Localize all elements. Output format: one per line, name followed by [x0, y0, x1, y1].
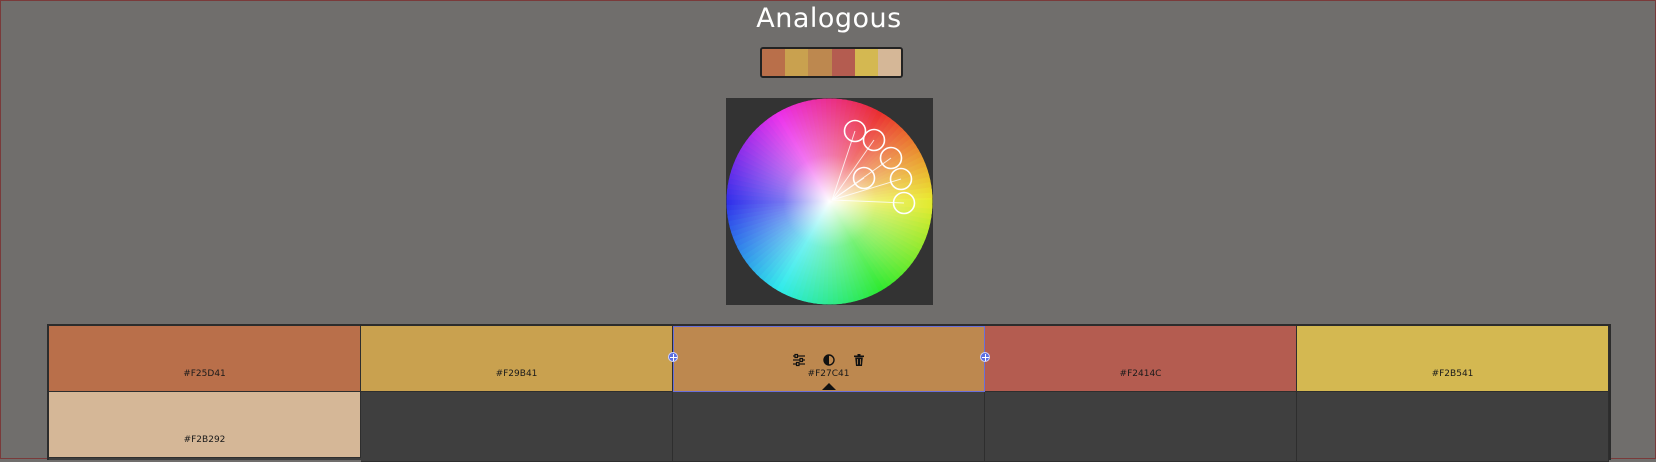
swatch-tile[interactable]: #F2B541 — [1297, 326, 1609, 392]
swatch-toolbar — [673, 352, 984, 367]
contrast-icon[interactable] — [822, 352, 836, 366]
trash-icon[interactable] — [852, 352, 866, 366]
swatch-grid: #F25D41 #F29B41 #F27C41 #F2414C #F2B541 … — [47, 324, 1611, 462]
swatch-hex-label: #F2414C — [1119, 369, 1162, 379]
swatch-tile[interactable]: #F2414C — [985, 326, 1297, 392]
preview-swatch — [762, 49, 786, 76]
preview-swatch — [808, 49, 832, 76]
caret-up-icon[interactable] — [821, 383, 836, 390]
swatch-hex-label: #F2B292 — [183, 435, 226, 445]
palette-preview — [760, 47, 903, 78]
swatch-tile[interactable]: #F29B41 — [361, 326, 673, 392]
swatch-tile[interactable]: #F2B292 — [49, 392, 361, 458]
adjust-sliders-icon[interactable] — [792, 352, 806, 367]
empty-slot — [361, 392, 673, 462]
empty-slot — [673, 392, 985, 462]
swatch-tile-selected[interactable]: #F27C41 — [673, 326, 985, 392]
page-title: Analogous — [756, 3, 902, 34]
empty-slot — [985, 392, 1297, 462]
insert-right-handle-icon[interactable] — [980, 352, 990, 362]
color-wheel[interactable] — [726, 98, 933, 305]
preview-swatch — [854, 49, 878, 76]
color-wheel-panel — [726, 98, 933, 305]
empty-slot — [1297, 392, 1609, 462]
preview-swatch — [785, 49, 809, 76]
swatch-hex-label: #F27C41 — [807, 369, 850, 379]
swatch-tile[interactable]: #F25D41 — [49, 326, 361, 392]
preview-swatch — [877, 49, 901, 76]
swatch-hex-label: #F2B541 — [1431, 369, 1474, 379]
swatch-hex-label: #F29B41 — [495, 369, 538, 379]
insert-left-handle-icon[interactable] — [668, 352, 678, 362]
preview-swatch — [831, 49, 855, 76]
swatch-hex-label: #F25D41 — [183, 369, 226, 379]
